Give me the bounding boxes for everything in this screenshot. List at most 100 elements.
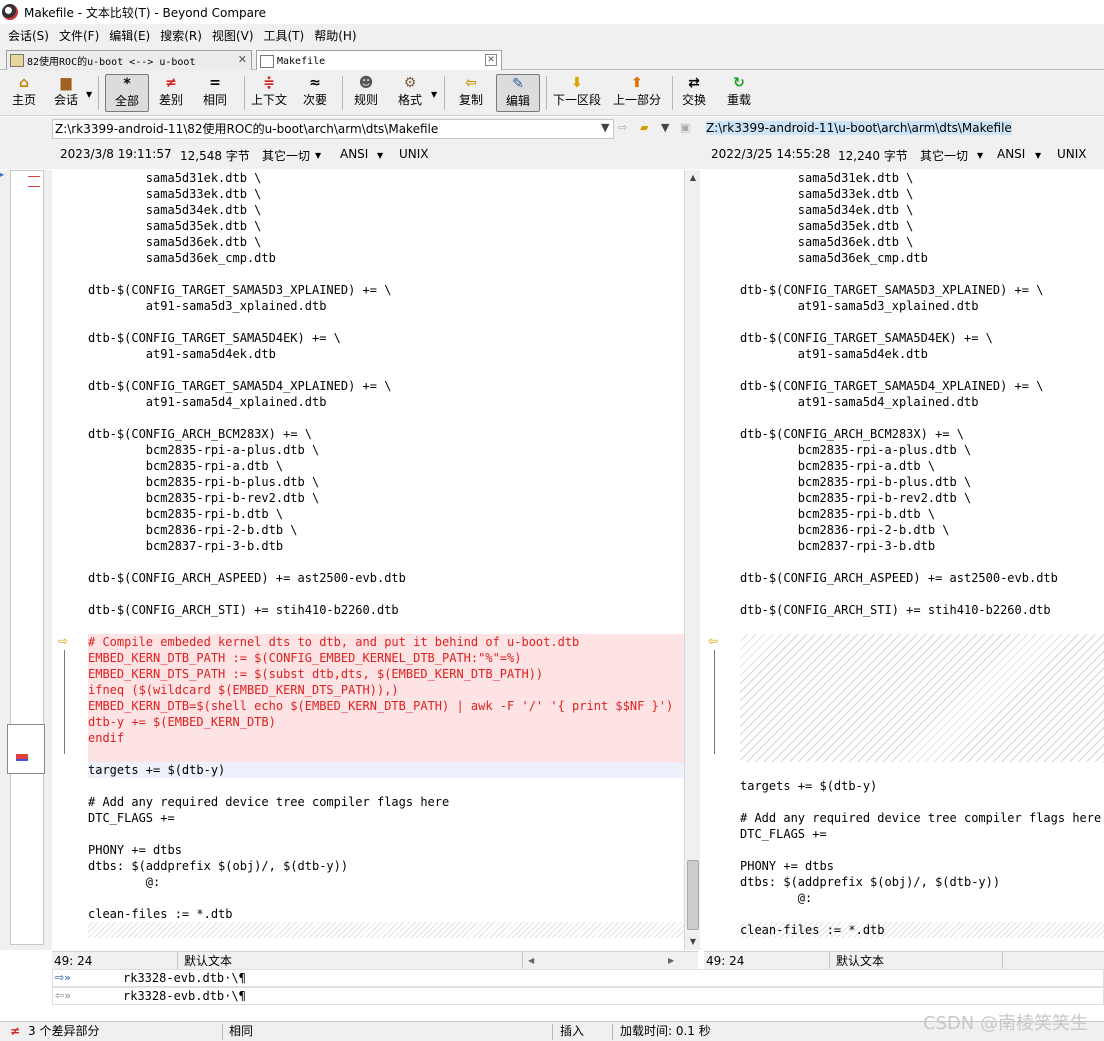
code-line[interactable]: bcm2835-rpi-b.dtb \ [740,506,1104,522]
edit-button[interactable]: ✎ 编辑 [496,74,540,112]
code-line[interactable]: # Add any required device tree compiler … [88,794,684,810]
code-line[interactable] [88,746,684,762]
scroll-down-icon[interactable]: ▼ [685,934,701,950]
right-eol-select[interactable]: UNIX [1057,147,1087,161]
chevron-down-icon[interactable]: ▼ [315,151,321,160]
show-same-button[interactable]: = 相同 [199,74,231,112]
code-line[interactable]: at91-sama5d4_xplained.dtb [88,394,684,410]
scroll-right-icon[interactable]: ▶ [668,952,674,970]
code-line[interactable] [740,618,1104,634]
code-line[interactable]: sama5d33ek.dtb \ [88,186,684,202]
code-line[interactable] [88,618,684,634]
copy-to-right-arrow-icon[interactable]: ⇨ [58,634,68,648]
code-line[interactable]: PHONY += dtbs [88,842,684,858]
menu-file[interactable]: 文件(F) [55,27,103,44]
next-section-button[interactable]: ⬇ 下一区段 [551,74,603,112]
code-line[interactable]: at91-sama5d4ek.dtb [88,346,684,362]
context-button[interactable]: ≑ 上下文 [250,74,288,112]
chevron-down-icon[interactable]: ▼ [1035,151,1041,160]
copy-button[interactable]: ⇦ 复制 [456,74,486,112]
left-code-pane[interactable]: ⇨ sama5d31ek.dtb \ sama5d33ek.dtb \ sama… [52,170,684,950]
scrollbar-thumb[interactable] [687,860,699,930]
home-button[interactable]: ⌂ 主页 [8,74,40,112]
code-line[interactable]: dtb-$(CONFIG_TARGET_SAMA5D3_XPLAINED) +=… [88,282,684,298]
tab-makefile[interactable]: Makefile ✕ [256,50,502,71]
code-line[interactable]: bcm2835-rpi-a.dtb \ [740,458,1104,474]
code-line[interactable]: dtb-$(CONFIG_TARGET_SAMA5D4EK) += \ [88,330,684,346]
right-code-pane[interactable]: ⇦ sama5d31ek.dtb \ sama5d33ek.dtb \ sama… [704,170,1104,950]
code-line[interactable]: bcm2836-rpi-2-b.dtb \ [88,522,684,538]
code-line[interactable]: at91-sama5d4ek.dtb [740,346,1104,362]
code-line[interactable]: dtb-$(CONFIG_ARCH_STI) += stih410-b2260.… [740,602,1104,618]
code-line[interactable]: sama5d34ek.dtb \ [88,202,684,218]
code-line[interactable]: bcm2835-rpi-b-plus.dtb \ [740,474,1104,490]
format-button[interactable]: ⚙ 格式 [395,74,425,112]
open-folder-icon[interactable]: ▰ [640,121,648,134]
code-line[interactable]: dtb-$(CONFIG_TARGET_SAMA5D4EK) += \ [740,330,1104,346]
show-diffs-button[interactable]: ≠ 差别 [155,74,187,112]
right-encoding-select[interactable]: ANSI [997,147,1025,161]
code-line[interactable] [88,890,684,906]
code-line[interactable]: sama5d31ek.dtb \ [88,170,684,186]
scroll-left-icon[interactable]: ◀ [528,952,534,970]
overview-viewport[interactable] [7,724,45,774]
code-line[interactable] [740,362,1104,378]
detail-line-left[interactable]: ⇨» rk3328-evb.dtb·\¶ [52,969,1104,987]
rules-button[interactable]: ☻ 规则 [351,74,381,112]
detail-line-right[interactable]: ⇦» rk3328-evb.dtb·\¶ [52,987,1104,1005]
right-code[interactable]: sama5d31ek.dtb \ sama5d33ek.dtb \ sama5d… [740,170,1104,950]
minor-button[interactable]: ≈ 次要 [300,74,330,112]
chevron-down-icon[interactable]: ▼ [977,151,983,160]
session-button[interactable]: ▆ 会话 [50,74,82,112]
code-line[interactable]: sama5d35ek.dtb \ [740,218,1104,234]
tab-folder-compare[interactable]: 82使用ROC的u-boot <--> u-boot ✕ [6,50,252,70]
code-line[interactable] [740,906,1104,922]
code-line[interactable] [88,266,684,282]
code-line[interactable]: DTC_FLAGS += [88,810,684,826]
code-line[interactable] [740,554,1104,570]
code-line[interactable]: dtb-y += $(EMBED_KERN_DTB) [88,714,684,730]
code-line[interactable]: clean-files := *.dtb [88,906,684,922]
code-line[interactable] [88,410,684,426]
close-icon[interactable]: ✕ [485,54,497,66]
menu-tools[interactable]: 工具(T) [260,27,309,44]
code-line[interactable]: targets += $(dtb-y) [740,778,1104,794]
left-vertical-scrollbar[interactable]: ▲ ▼ [684,170,700,950]
chevron-down-icon[interactable]: ▼ [377,151,383,160]
menu-help[interactable]: 帮助(H) [310,27,360,44]
code-line[interactable] [88,778,684,794]
code-line[interactable]: sama5d31ek.dtb \ [740,170,1104,186]
code-line[interactable]: bcm2835-rpi-b.dtb \ [88,506,684,522]
swap-button[interactable]: ⇄ 交换 [679,74,709,112]
code-line[interactable]: bcm2836-rpi-2-b.dtb \ [740,522,1104,538]
code-line[interactable]: @: [740,890,1104,906]
close-icon[interactable]: ✕ [238,53,247,66]
code-line[interactable]: dtb-$(CONFIG_ARCH_ASPEED) += ast2500-evb… [740,570,1104,586]
code-line[interactable]: bcm2835-rpi-b-plus.dtb \ [88,474,684,490]
code-line[interactable]: dtb-$(CONFIG_TARGET_SAMA5D3_XPLAINED) +=… [740,282,1104,298]
code-line[interactable]: bcm2837-rpi-3-b.dtb [740,538,1104,554]
code-line[interactable]: sama5d36ek.dtb \ [740,234,1104,250]
menu-session[interactable]: 会话(S) [4,27,53,44]
left-encoding-select[interactable]: ANSI [340,147,368,161]
code-line[interactable]: dtb-$(CONFIG_ARCH_ASPEED) += ast2500-evb… [88,570,684,586]
code-line[interactable]: EMBED_KERN_DTB_PATH := $(CONFIG_EMBED_KE… [88,650,684,666]
left-path-dropdown-icon[interactable]: ▼ [601,121,609,134]
code-line[interactable]: bcm2835-rpi-b-rev2.dtb \ [740,490,1104,506]
code-line[interactable]: bcm2835-rpi-b-rev2.dtb \ [88,490,684,506]
right-path-input[interactable]: Z:\rk3399-android-11\u-boot\arch\arm\dts… [704,119,1104,139]
code-line[interactable]: EMBED_KERN_DTB=$(shell echo $(EMBED_KERN… [88,698,684,714]
code-line[interactable] [740,762,1104,778]
code-line[interactable]: at91-sama5d3_xplained.dtb [740,298,1104,314]
code-line[interactable]: dtb-$(CONFIG_TARGET_SAMA5D4_XPLAINED) +=… [740,378,1104,394]
code-line[interactable] [740,410,1104,426]
code-line[interactable]: ifneq ($(wildcard $(EMBED_KERN_DTS_PATH)… [88,682,684,698]
left-code[interactable]: sama5d31ek.dtb \ sama5d33ek.dtb \ sama5d… [88,170,684,950]
prev-section-button[interactable]: ⬆ 上一部分 [611,74,663,112]
code-line[interactable] [88,554,684,570]
code-line[interactable] [740,794,1104,810]
copy-to-left-arrow-icon[interactable]: ⇦ [708,634,718,648]
history-icon[interactable]: ⇨ [618,121,627,134]
code-line[interactable]: dtbs: $(addprefix $(obj)/, $(dtb-y)) [740,874,1104,890]
code-line[interactable]: at91-sama5d3_xplained.dtb [88,298,684,314]
